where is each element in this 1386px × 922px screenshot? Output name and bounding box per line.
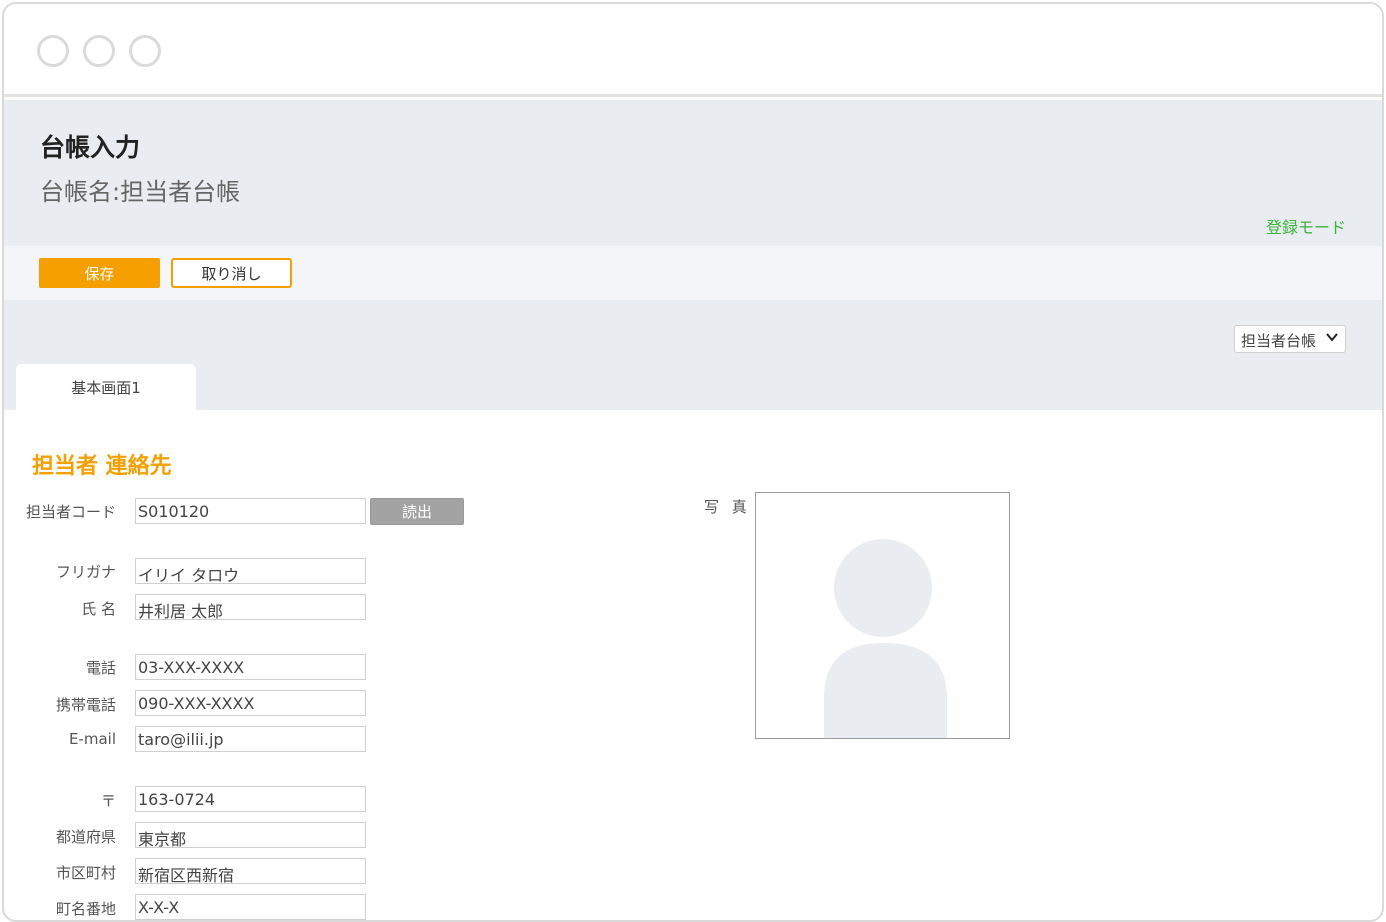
tab-bar: 担当者台帳 基本画面1 <box>4 300 1382 410</box>
ledger-select-value: 担当者台帳 <box>1241 332 1317 350</box>
code-label: 担当者コード <box>25 503 116 521</box>
photo-label: 写 真 <box>704 498 751 516</box>
name-label: 氏 名 <box>81 600 116 618</box>
photo-frame[interactable] <box>755 492 1010 739</box>
mode-label: 登録モード <box>1265 218 1346 237</box>
furigana-input[interactable]: イリイ タロウ <box>135 558 366 584</box>
postal-label: 〒 <box>100 792 116 810</box>
save-button[interactable]: 保存 <box>39 258 160 288</box>
address-input[interactable]: X-X-X <box>135 894 366 920</box>
mobile-input[interactable]: 090-XXX-XXXX <box>135 690 366 716</box>
email-label: E-mail <box>68 730 116 748</box>
app-window: 台帳入力 台帳名:担当者台帳 登録モード 保存 取り消し 担当者台帳 基本画面1… <box>2 2 1384 922</box>
name-input[interactable]: 井利居 太郎 <box>135 594 366 620</box>
mobile-label: 携帯電話 <box>55 696 116 714</box>
postal-input[interactable]: 163-0724 <box>135 786 366 812</box>
page-header: 台帳入力 台帳名:担当者台帳 登録モード <box>4 100 1382 246</box>
ledger-name: 台帳名:担当者台帳 <box>40 178 241 206</box>
window-minimize-dot[interactable] <box>83 35 115 67</box>
person-placeholder-icon <box>824 539 947 738</box>
city-input[interactable]: 新宿区西新宿 <box>135 858 366 884</box>
tab-basic-screen-1[interactable]: 基本画面1 <box>16 364 196 410</box>
code-input[interactable]: S010120 <box>135 498 366 524</box>
section-title: 担当者 連絡先 <box>32 454 172 479</box>
phone-label: 電話 <box>85 659 116 677</box>
window-maximize-dot[interactable] <box>129 35 161 67</box>
cancel-button[interactable]: 取り消し <box>171 258 292 288</box>
title-bar <box>4 4 1382 97</box>
address-label: 町名番地 <box>55 900 116 918</box>
chevron-down-icon <box>1325 329 1339 349</box>
page-title: 台帳入力 <box>40 133 141 162</box>
toolbar: 保存 取り消し <box>4 246 1382 300</box>
phone-input[interactable]: 03-XXX-XXXX <box>135 654 366 680</box>
email-input[interactable]: taro@ilii.jp <box>135 726 366 752</box>
prefecture-label: 都道府県 <box>55 828 116 846</box>
ledger-select[interactable]: 担当者台帳 <box>1234 325 1346 353</box>
read-button[interactable]: 読出 <box>370 498 464 525</box>
prefecture-input[interactable]: 東京都 <box>135 822 366 848</box>
city-label: 市区町村 <box>55 864 116 882</box>
window-close-dot[interactable] <box>37 35 69 67</box>
furigana-label: フリガナ <box>55 563 116 581</box>
